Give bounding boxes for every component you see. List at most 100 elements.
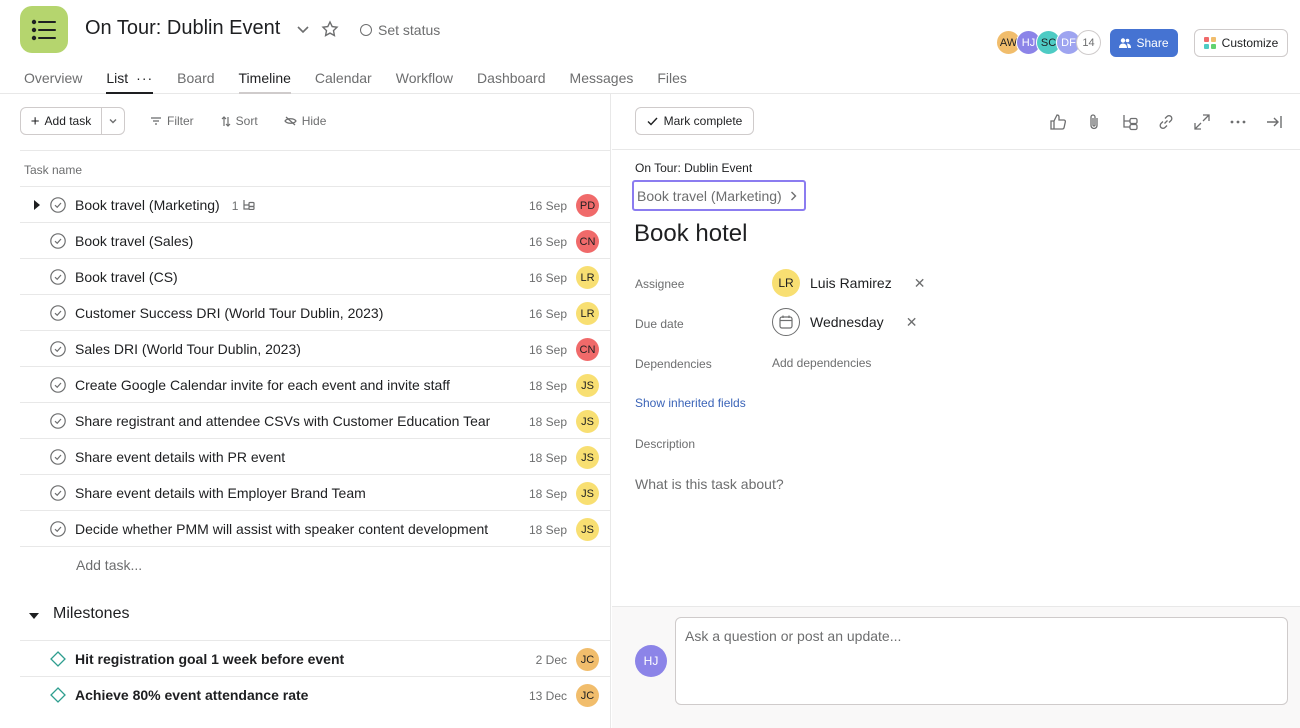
task-name[interactable]: Book travel (CS) [75, 269, 490, 285]
tab-files[interactable]: Files [657, 62, 687, 94]
tab-board[interactable]: Board [177, 62, 214, 94]
due-date[interactable]: 16 Sep [529, 343, 567, 357]
task-name[interactable]: Book travel (Sales) [75, 233, 490, 249]
avatar[interactable]: CN [576, 338, 599, 361]
member-count[interactable]: 14 [1076, 30, 1101, 55]
tab-timeline[interactable]: Timeline [238, 62, 292, 94]
table-row[interactable]: Share registrant and attendee CSVs with … [20, 403, 610, 439]
close-icon[interactable]: ✕ [906, 314, 918, 331]
task-name[interactable]: Decide whether PMM will assist with spea… [75, 521, 490, 537]
project-title[interactable]: On Tour: Dublin Event [85, 17, 280, 40]
due-date[interactable]: 16 Sep [529, 199, 567, 213]
due-date[interactable]: 13 Dec [529, 689, 567, 703]
table-row[interactable]: Book travel (CS) 16 Sep LR [20, 259, 610, 295]
expand-icon[interactable] [1193, 113, 1211, 131]
check-circle-icon[interactable] [50, 413, 66, 429]
section-title[interactable]: Milestones [53, 605, 129, 623]
avatar[interactable]: JS [576, 446, 599, 469]
avatar[interactable]: JC [576, 648, 599, 671]
check-circle-icon[interactable] [50, 233, 66, 249]
more-icon[interactable] [1229, 113, 1247, 131]
assignee-field[interactable]: LR Luis Ramirez ✕ [772, 269, 925, 297]
hide-button[interactable]: Hide [283, 114, 326, 128]
table-row[interactable]: Achieve 80% event attendance rate 13 Dec… [20, 676, 610, 712]
table-row[interactable]: Share event details with PR event 18 Sep… [20, 439, 610, 475]
add-task-inline[interactable]: Add task... [20, 547, 610, 583]
show-inherited-fields-link[interactable]: Show inherited fields [635, 396, 746, 410]
tab-dashboard[interactable]: Dashboard [477, 62, 546, 94]
tab-overview[interactable]: Overview [24, 62, 82, 94]
share-button[interactable]: Share [1110, 29, 1178, 57]
check-circle-icon[interactable] [50, 269, 66, 285]
table-row[interactable]: Book travel (Marketing) 1 16 Sep PD [20, 187, 610, 223]
description-input[interactable]: What is this task about? [635, 476, 784, 492]
breadcrumb-project[interactable]: On Tour: Dublin Event [635, 161, 752, 175]
mark-complete-button[interactable]: Mark complete [635, 107, 754, 135]
chevron-down-icon[interactable] [294, 20, 312, 38]
avatar[interactable]: LR [576, 266, 599, 289]
table-row[interactable]: Customer Success DRI (World Tour Dublin,… [20, 295, 610, 331]
caret-down-icon[interactable] [28, 610, 40, 622]
thumbs-up-icon[interactable] [1049, 113, 1067, 131]
check-circle-icon[interactable] [50, 377, 66, 393]
comment-input[interactable]: Ask a question or post an update... [675, 617, 1288, 705]
list-project-icon[interactable] [20, 6, 68, 53]
tab-messages[interactable]: Messages [570, 62, 634, 94]
due-date[interactable]: 2 Dec [536, 653, 567, 667]
more-icon[interactable]: ··· [136, 70, 153, 86]
avatar[interactable]: JS [576, 518, 599, 541]
check-circle-icon[interactable] [50, 341, 66, 357]
task-name[interactable]: Book travel (Marketing) 1 [75, 197, 490, 213]
task-name[interactable]: Share registrant and attendee CSVs with … [75, 413, 490, 429]
subtask-icon[interactable] [1121, 113, 1139, 131]
subtask-count[interactable]: 1 [232, 199, 255, 213]
tab-calendar[interactable]: Calendar [315, 62, 372, 94]
add-task-dropdown[interactable] [102, 107, 125, 135]
table-row[interactable]: Hit registration goal 1 week before even… [20, 640, 610, 676]
task-name[interactable]: Share event details with Employer Brand … [75, 485, 490, 501]
task-title[interactable]: Book hotel [634, 220, 747, 248]
check-circle-icon[interactable] [50, 449, 66, 465]
due-date[interactable]: 16 Sep [529, 307, 567, 321]
table-row[interactable]: Book travel (Sales) 16 Sep CN [20, 223, 610, 259]
caret-right-icon[interactable] [32, 199, 42, 211]
avatar[interactable]: CN [576, 230, 599, 253]
task-name[interactable]: Achieve 80% event attendance rate [75, 687, 490, 703]
breadcrumb-parent-task[interactable]: Book travel (Marketing) [632, 180, 806, 211]
due-date[interactable]: 18 Sep [529, 415, 567, 429]
task-name[interactable]: Hit registration goal 1 week before even… [75, 651, 490, 667]
due-date[interactable]: 18 Sep [529, 379, 567, 393]
add-task-button[interactable]: + Add task [20, 107, 102, 135]
task-name[interactable]: Create Google Calendar invite for each e… [75, 377, 490, 393]
table-row[interactable]: Sales DRI (World Tour Dublin, 2023) 16 S… [20, 331, 610, 367]
add-dependencies-button[interactable]: Add dependencies [772, 356, 871, 370]
due-date-field[interactable]: Wednesday ✕ [772, 308, 917, 336]
due-date[interactable]: 16 Sep [529, 271, 567, 285]
member-avatars[interactable]: AW HJ SC DF 14 [996, 30, 1101, 56]
filter-button[interactable]: Filter [150, 114, 194, 128]
milestone-diamond-icon[interactable] [50, 651, 66, 667]
close-icon[interactable]: ✕ [914, 275, 926, 292]
tab-workflow[interactable]: Workflow [396, 62, 453, 94]
avatar[interactable]: JS [576, 482, 599, 505]
check-circle-icon[interactable] [50, 485, 66, 501]
table-row[interactable]: Decide whether PMM will assist with spea… [20, 511, 610, 547]
avatar[interactable]: PD [576, 194, 599, 217]
due-date[interactable]: 18 Sep [529, 487, 567, 501]
avatar[interactable]: JS [576, 374, 599, 397]
task-name[interactable]: Share event details with PR event [75, 449, 490, 465]
avatar[interactable]: JC [576, 684, 599, 707]
table-row[interactable]: Create Google Calendar invite for each e… [20, 367, 610, 403]
paperclip-icon[interactable] [1085, 113, 1103, 131]
milestone-diamond-icon[interactable] [50, 687, 66, 703]
due-date[interactable]: 18 Sep [529, 451, 567, 465]
column-header-task-name[interactable]: Task name [20, 150, 610, 187]
task-name[interactable]: Sales DRI (World Tour Dublin, 2023) [75, 341, 490, 357]
avatar[interactable]: JS [576, 410, 599, 433]
check-circle-icon[interactable] [50, 305, 66, 321]
tab-list[interactable]: List ··· [106, 62, 153, 94]
customize-button[interactable]: Customize [1194, 29, 1288, 57]
avatar[interactable]: LR [576, 302, 599, 325]
sort-button[interactable]: Sort [221, 114, 258, 128]
task-name[interactable]: Customer Success DRI (World Tour Dublin,… [75, 305, 490, 321]
